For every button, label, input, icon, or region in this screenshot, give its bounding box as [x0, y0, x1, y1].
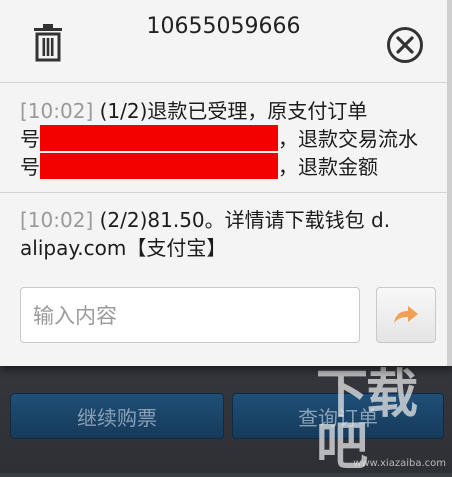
input-placeholder: 输入内容 — [33, 304, 117, 328]
send-arrow-icon — [394, 306, 418, 323]
sms-dialog: 10655059666 [10:02] (1/2)退款已受理，原支付订单 号 ，退… — [0, 0, 452, 366]
dialog-header: 10655059666 — [0, 0, 447, 82]
message-input[interactable]: 输入内容 — [20, 287, 360, 343]
message-text: ，退款金额 — [278, 155, 378, 179]
message-time: [10:02] — [20, 208, 94, 232]
watermark-logo: 下载吧 www.xiazaiba.com — [316, 369, 452, 473]
message-text: ，退款交易流水 — [278, 127, 418, 151]
redaction-bar — [40, 153, 278, 179]
watermark-url: www.xiazaiba.com — [353, 458, 446, 469]
send-button[interactable] — [376, 287, 436, 343]
divider — [0, 82, 447, 83]
message-text: alipay.com【支付宝】 — [20, 236, 227, 260]
message-item: [10:02] (1/2)退款已受理，原支付订单 号 ，退款交易流水 号 ，退款金额 — [20, 97, 430, 181]
message-text: 号 — [20, 155, 40, 179]
message-text: (2/2)81.50。详情请下载钱包 d. — [93, 208, 391, 232]
continue-purchase-button[interactable]: 继续购票 — [10, 393, 224, 439]
sender-number: 10655059666 — [146, 14, 301, 39]
message-text: (1/2)退款已受理，原支付订单 — [93, 99, 368, 123]
message-time: [10:02] — [20, 99, 94, 123]
message-text: 号 — [20, 127, 40, 151]
close-icon[interactable] — [386, 26, 424, 64]
redaction-bar — [40, 125, 278, 151]
message-item: [10:02] (2/2)81.50。详情请下载钱包 d. alipay.com… — [20, 206, 430, 262]
divider — [0, 192, 447, 193]
